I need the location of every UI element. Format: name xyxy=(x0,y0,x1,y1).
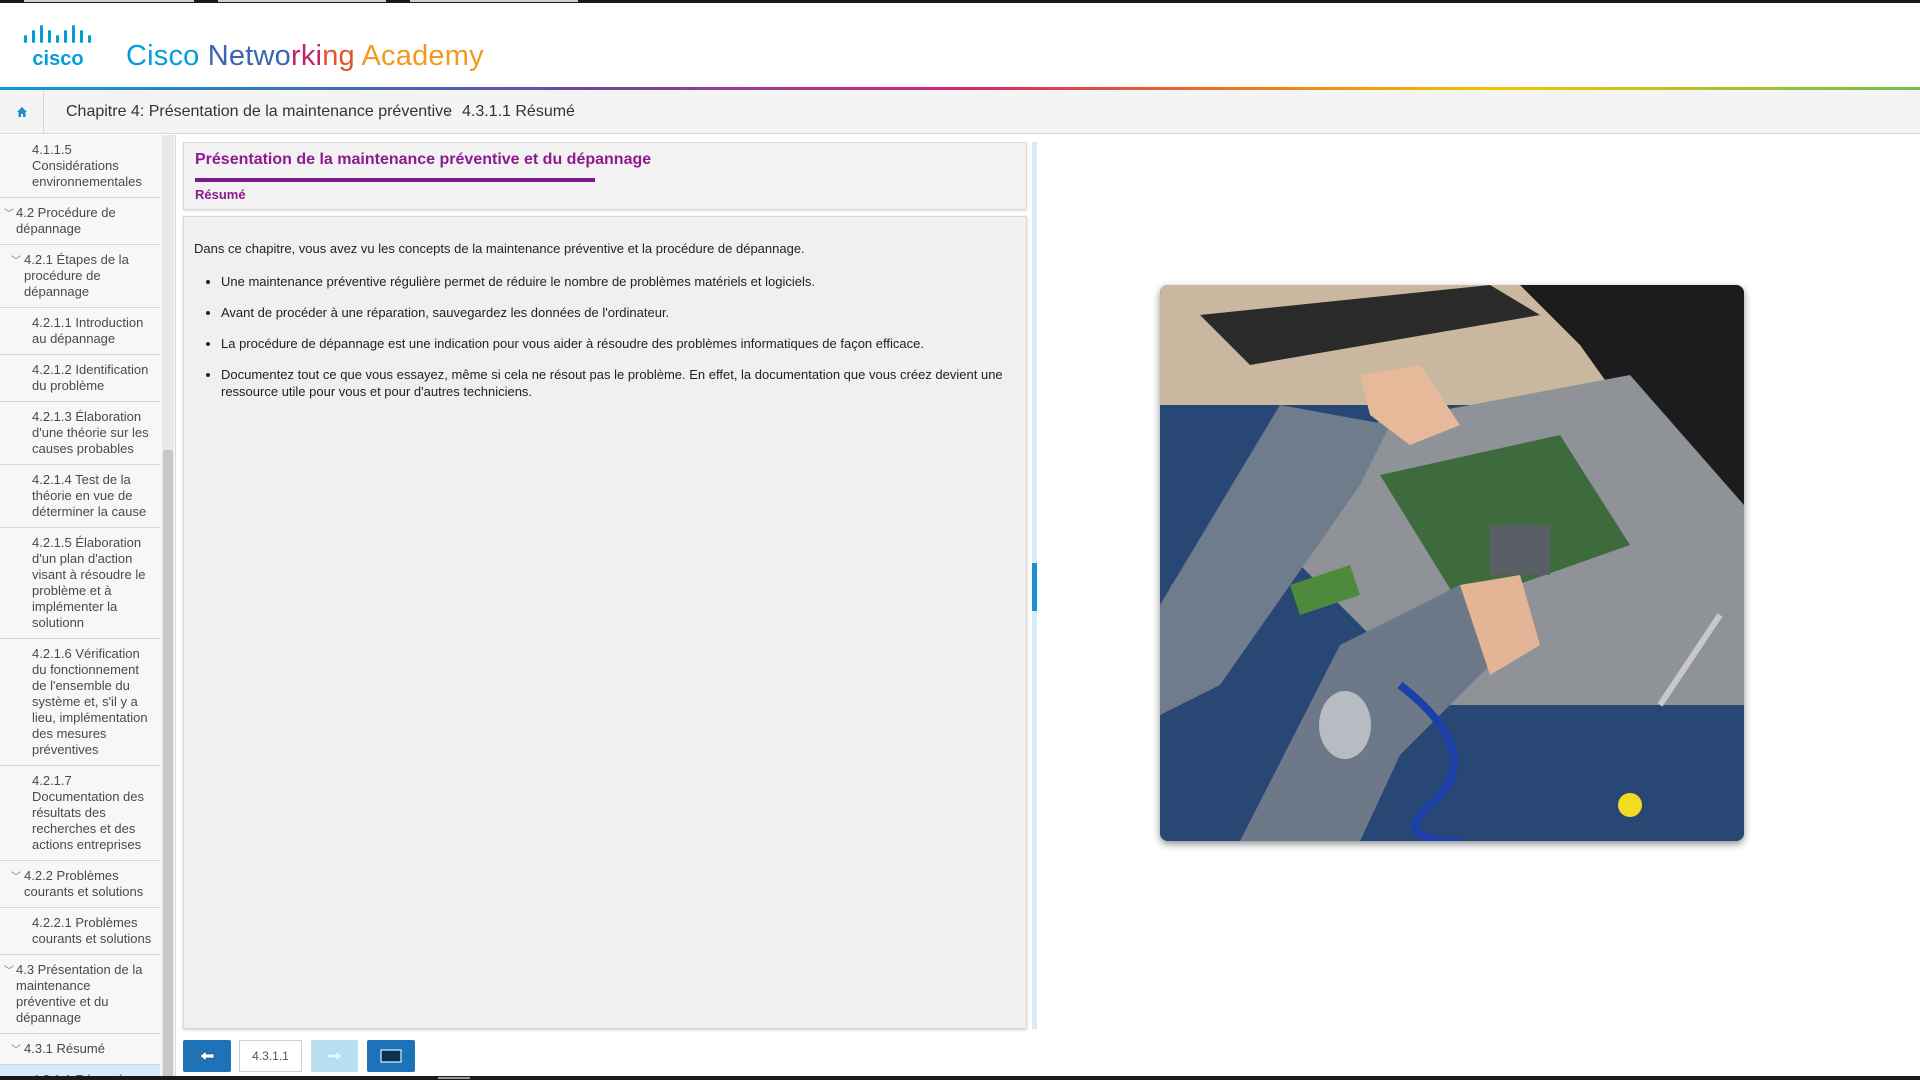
sidebar-item[interactable]: 4.2.1.5 Élaboration d'un plan d'action v… xyxy=(0,528,160,639)
sidebar-list: 4.1.1.5 Considérations environnementales… xyxy=(0,135,160,1080)
site-header: cisco Cisco Networking Academy xyxy=(0,3,1920,88)
list-item: Une maintenance préventive régulière per… xyxy=(221,273,1016,290)
cisco-logo[interactable]: cisco xyxy=(22,23,110,71)
media-icon xyxy=(380,1049,402,1063)
media-button[interactable] xyxy=(367,1040,415,1072)
bottom-strip-indicator xyxy=(438,1077,470,1079)
sidebar-item[interactable]: 4.2.1.6 Vérification du fonctionnement d… xyxy=(0,639,160,766)
academy-title: Cisco Networking Academy xyxy=(126,40,484,73)
sidebar-item[interactable]: 4.2.1.1 Introduction au dépannage xyxy=(0,308,160,355)
page-number[interactable]: 4.3.1.1 xyxy=(239,1040,302,1072)
tab-indicator[interactable] xyxy=(410,0,578,2)
title-part: Cisco xyxy=(126,40,208,72)
list-item: Documentez tout ce que vous essayez, mêm… xyxy=(221,366,1016,400)
chevron-right-icon: › xyxy=(446,103,451,119)
sidebar-item[interactable]: 4.1.1.5 Considérations environnementales xyxy=(0,135,160,198)
list-item: Avant de procéder à une réparation, sauv… xyxy=(221,304,1016,321)
sidebar-item-label: 4.2.1.3 Élaboration d'une théorie sur le… xyxy=(32,409,149,456)
logo-text: cisco xyxy=(32,48,83,70)
sidebar-item[interactable]: ﹀ 4.2.2 Problèmes courants et solutions xyxy=(0,861,160,908)
previous-button[interactable] xyxy=(183,1040,231,1072)
breadcrumb-chapter[interactable]: Chapitre 4: Présentation de la maintenan… xyxy=(66,103,452,121)
sidebar-item-label: 4.2.1.1 Introduction au dépannage xyxy=(32,315,144,346)
sidebar-item-label: 4.2.1.4 Test de la théorie en vue de dét… xyxy=(32,472,147,519)
sidebar-item[interactable]: ﹀ 4.2 Procédure de dépannage xyxy=(0,198,160,245)
breadcrumb-current: 4.3.1.1 Résumé xyxy=(462,103,575,120)
bottom-strip xyxy=(0,1076,1920,1080)
chevron-down-icon[interactable]: ﹀ xyxy=(4,207,14,223)
sidebar-item-label: 4.2.1.2 Identification du problème xyxy=(32,362,149,393)
sidebar-item[interactable]: ﹀ 4.3.1 Résumé xyxy=(0,1034,160,1065)
page-title: Présentation de la maintenance préventiv… xyxy=(195,151,652,168)
list-item: La procédure de dépannage est une indica… xyxy=(221,335,1016,352)
sidebar-scroll-thumb[interactable] xyxy=(163,450,173,1080)
arrow-right-icon xyxy=(327,1050,342,1062)
sidebar-item[interactable]: 4.2.1.4 Test de la théorie en vue de dét… xyxy=(0,465,160,528)
sidebar-item-label: 4.2.2.1 Problèmes courants et solutions xyxy=(32,915,152,946)
sidebar-item[interactable]: 4.2.1.3 Élaboration d'une théorie sur le… xyxy=(0,402,160,465)
title-part: Academy xyxy=(361,40,484,72)
home-icon xyxy=(16,107,27,117)
page-subtitle: Résumé xyxy=(195,187,246,202)
sidebar-item[interactable]: ﹀ 4.3 Présentation de la maintenance prév… xyxy=(0,955,160,1034)
sidebar-item-label: 4.2 Procédure de dépannage xyxy=(16,205,116,236)
title-part: Netwo xyxy=(207,40,291,72)
home-button[interactable] xyxy=(0,90,44,134)
sidebar-item-label: 4.2.1 Étapes de la procédure de dépannag… xyxy=(24,252,129,299)
chevron-down-icon[interactable]: ﹀ xyxy=(4,964,14,980)
sidebar-item-label: 4.3.1 Résumé xyxy=(24,1041,105,1056)
sidebar-item-label: 4.3 Présentation de la maintenance préve… xyxy=(16,962,143,1025)
sidebar-item[interactable]: 4.2.1.7 Documentation des résultats des … xyxy=(0,766,160,861)
sidebar-item-label: 4.2.1.5 Élaboration d'un plan d'action v… xyxy=(32,535,146,630)
chevron-down-icon[interactable]: ﹀ xyxy=(11,1043,21,1059)
arrow-left-icon xyxy=(199,1050,215,1062)
content-panel: Présentation de la maintenance préventiv… xyxy=(183,142,1027,1029)
tab-indicator[interactable] xyxy=(24,0,194,2)
sidebar-nav: 4.1.1.5 Considérations environnementales… xyxy=(0,135,176,1080)
title-part: ng xyxy=(322,40,362,72)
content-header: Présentation de la maintenance préventiv… xyxy=(183,142,1027,210)
sidebar-item-label: 4.2.1.6 Vérification du fonctionnement d… xyxy=(32,646,148,757)
pane-divider-handle[interactable] xyxy=(1032,563,1037,611)
tab-indicator[interactable] xyxy=(218,0,386,2)
next-button[interactable] xyxy=(311,1040,358,1072)
sidebar-item-label: 4.2.2 Problèmes courants et solutions xyxy=(24,868,144,899)
sidebar-item-label: 4.2.1.7 Documentation des résultats des … xyxy=(32,773,145,852)
sidebar-item-label: 4.1.1.5 Considérations environnementales xyxy=(32,142,142,189)
sidebar-item[interactable]: ﹀ 4.2.1 Étapes de la procédure de dépanna… xyxy=(0,245,160,308)
summary-list: Une maintenance préventive régulière per… xyxy=(194,273,1016,400)
sidebar-item[interactable]: 4.2.1.2 Identification du problème xyxy=(0,355,160,402)
title-part: rki xyxy=(290,40,323,72)
chevron-down-icon[interactable]: ﹀ xyxy=(11,870,21,886)
intro-text: Dans ce chapitre, vous avez vu les conce… xyxy=(194,241,805,256)
content-body: Dans ce chapitre, vous avez vu les conce… xyxy=(183,216,1027,1029)
breadcrumb: Chapitre 4: Présentation de la maintenan… xyxy=(0,90,1920,134)
title-underline xyxy=(195,178,595,182)
chevron-down-icon[interactable]: ﹀ xyxy=(11,254,21,270)
laptop-repair-photo xyxy=(1160,285,1744,841)
sidebar-item[interactable]: 4.2.2.1 Problèmes courants et solutions xyxy=(0,908,160,955)
